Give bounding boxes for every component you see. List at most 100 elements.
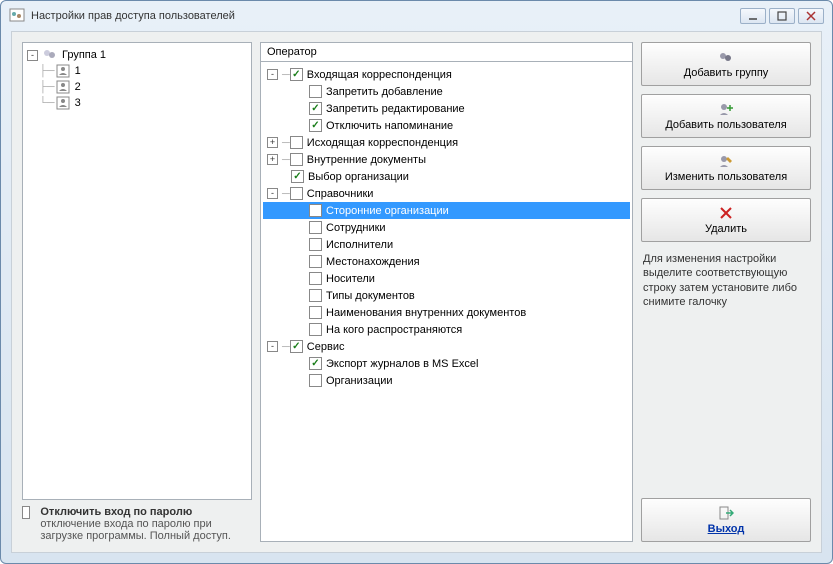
perm-checkbox[interactable] [309, 119, 322, 132]
perm-checkbox[interactable] [309, 357, 322, 370]
perm-label: Сервис [307, 341, 345, 353]
perm-node[interactable]: Отключить напоминание [263, 117, 630, 134]
perm-node[interactable]: Запретить редактирование [263, 100, 630, 117]
perm-node[interactable]: На кого распространяются [263, 321, 630, 338]
perm-checkbox[interactable] [309, 255, 322, 268]
perm-checkbox[interactable] [309, 289, 322, 302]
perm-label: Исходящая корреспонденция [307, 137, 458, 149]
perm-node[interactable]: Экспорт журналов в MS Excel [263, 355, 630, 372]
perm-node[interactable]: Исполнители [263, 236, 630, 253]
expander-icon[interactable]: + [267, 137, 278, 148]
perm-label: Запретить добавление [326, 86, 443, 98]
perm-node[interactable]: Местонахождения [263, 253, 630, 270]
perm-node-selected[interactable]: Сторонние организации [263, 202, 630, 219]
expander-icon[interactable]: - [27, 50, 38, 61]
tree-user-label: 3 [75, 97, 81, 109]
perm-node[interactable]: Выбор организации [263, 168, 630, 185]
perm-label: Выбор организации [308, 171, 409, 183]
perm-checkbox[interactable] [290, 340, 303, 353]
user-icon [55, 63, 71, 79]
perm-checkbox[interactable] [309, 272, 322, 285]
button-label: Изменить пользователя [665, 171, 787, 183]
minimize-button[interactable] [740, 8, 766, 24]
hint-text: Для изменения настройки выделите соответ… [641, 250, 811, 311]
user-tree[interactable]: - Группа 1 ├─ 1 ├─ 2 [22, 42, 252, 500]
perm-checkbox[interactable] [309, 374, 322, 387]
tree-user[interactable]: ├─ 2 [27, 79, 247, 95]
maximize-button[interactable] [769, 8, 795, 24]
expander-icon[interactable]: - [267, 341, 278, 352]
perm-label: Запретить редактирование [326, 103, 465, 115]
perm-checkbox[interactable] [290, 136, 303, 149]
perm-checkbox[interactable] [309, 238, 322, 251]
perm-node[interactable]: Типы документов [263, 287, 630, 304]
titlebar: Настройки прав доступа пользователей [1, 1, 832, 31]
perm-label: Наименования внутренних документов [326, 307, 526, 319]
perm-checkbox[interactable] [309, 85, 322, 98]
perm-node[interactable]: - ─ Справочники [263, 185, 630, 202]
permissions-header: Оператор [260, 42, 633, 61]
app-icon [9, 8, 25, 24]
perm-checkbox[interactable] [309, 204, 322, 217]
perm-checkbox[interactable] [290, 68, 303, 81]
delete-button[interactable]: Удалить [641, 198, 811, 242]
user-plus-icon [718, 101, 734, 117]
expander-icon[interactable]: + [267, 154, 278, 165]
perm-node[interactable]: - ─ Входящая корреспонденция [263, 66, 630, 83]
content-area: - Группа 1 ├─ 1 ├─ 2 [11, 31, 822, 553]
window-title: Настройки прав доступа пользователей [31, 10, 740, 22]
disable-password-checkbox[interactable] [22, 506, 30, 519]
perm-node[interactable]: + ─ Исходящая корреспонденция [263, 134, 630, 151]
delete-icon [718, 205, 734, 221]
perm-label: Исполнители [326, 239, 393, 251]
perm-label: Входящая корреспонденция [307, 69, 452, 81]
disable-password-label: Отключить вход по паролю [40, 506, 252, 518]
perm-checkbox[interactable] [309, 102, 322, 115]
perm-label: Организации [326, 375, 393, 387]
perm-label: Справочники [307, 188, 374, 200]
perm-node[interactable]: Запретить добавление [263, 83, 630, 100]
perm-label: Типы документов [326, 290, 415, 302]
button-label: Удалить [705, 223, 747, 235]
perm-label: На кого распространяются [326, 324, 462, 336]
add-group-button[interactable]: Добавить группу [641, 42, 811, 86]
perm-label: Сторонние организации [326, 205, 449, 217]
perm-node[interactable]: - ─ Сервис [263, 338, 630, 355]
button-label: Выход [708, 523, 745, 535]
exit-icon [718, 505, 734, 521]
perm-checkbox[interactable] [309, 221, 322, 234]
perm-label: Отключить напоминание [326, 120, 453, 132]
perm-label: Сотрудники [326, 222, 386, 234]
tree-user[interactable]: ├─ 1 [27, 63, 247, 79]
edit-user-button[interactable]: Изменить пользователя [641, 146, 811, 190]
tree-user-label: 2 [75, 81, 81, 93]
perm-checkbox[interactable] [309, 323, 322, 336]
perm-node[interactable]: Организации [263, 372, 630, 389]
user-icon [55, 79, 71, 95]
left-column: - Группа 1 ├─ 1 ├─ 2 [22, 42, 252, 542]
expander-icon[interactable]: - [267, 188, 278, 199]
tree-user-label: 1 [75, 65, 81, 77]
expander-icon[interactable]: - [267, 69, 278, 80]
perm-node[interactable]: + ─ Внутренние документы [263, 151, 630, 168]
group-icon [42, 47, 58, 63]
perm-node[interactable]: Наименования внутренних документов [263, 304, 630, 321]
perm-node[interactable]: Сотрудники [263, 219, 630, 236]
exit-button[interactable]: Выход [641, 498, 811, 542]
perm-node[interactable]: Носители [263, 270, 630, 287]
tree-group-label: Группа 1 [62, 49, 106, 61]
button-label: Добавить пользователя [665, 119, 786, 131]
tree-group[interactable]: - Группа 1 [27, 47, 247, 63]
perm-checkbox[interactable] [309, 306, 322, 319]
close-button[interactable] [798, 8, 824, 24]
user-icon [55, 95, 71, 111]
disable-password-desc: отключение входа по паролю при загрузке … [40, 518, 252, 542]
perm-checkbox[interactable] [290, 187, 303, 200]
tree-user[interactable]: └─ 3 [27, 95, 247, 111]
middle-column: Оператор - ─ Входящая корреспонденция За… [260, 42, 633, 542]
perm-checkbox[interactable] [290, 153, 303, 166]
perm-checkbox[interactable] [291, 170, 304, 183]
button-label: Добавить группу [684, 67, 769, 79]
permissions-tree[interactable]: - ─ Входящая корреспонденция Запретить д… [260, 61, 633, 542]
add-user-button[interactable]: Добавить пользователя [641, 94, 811, 138]
